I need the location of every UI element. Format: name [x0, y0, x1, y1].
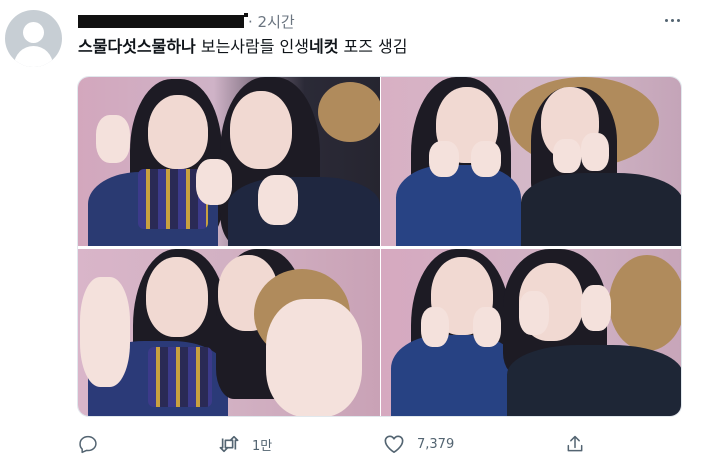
tweet-text-bold-title: 스물다섯스물하나 [78, 37, 196, 56]
tweet-header: · 2시간 [78, 11, 638, 31]
reply-button[interactable] [78, 430, 110, 458]
hand-on-face [421, 307, 449, 347]
more-button[interactable] [660, 13, 684, 27]
hand-on-face [581, 285, 611, 331]
photo-4[interactable] [381, 249, 681, 416]
photo-3[interactable] [78, 249, 380, 416]
person-scarf [148, 347, 212, 407]
tweet-text-part: 보는사람들 인생 [195, 37, 309, 56]
avatar-head [23, 22, 44, 43]
hand-on-face [581, 133, 609, 171]
share-button[interactable] [565, 430, 585, 458]
hand-on-face [519, 291, 549, 335]
hand-on-face [471, 141, 501, 177]
open-hand [266, 299, 362, 416]
peace-sign-hand [196, 159, 232, 205]
share-icon [567, 435, 583, 452]
avatar-shoulders [14, 46, 53, 67]
retweet-count: 1만 [252, 438, 273, 454]
person-coat [228, 177, 380, 246]
person-face [148, 95, 208, 169]
coat-fur-hood [609, 255, 681, 351]
person-face [230, 91, 292, 169]
reply-icon [79, 435, 97, 454]
peace-sign-hand [96, 115, 130, 163]
hand-on-face [553, 139, 581, 173]
hand-on-face [473, 307, 501, 347]
hand-on-face [429, 141, 459, 177]
person-coat [396, 165, 521, 246]
like-count: 7,379 [417, 436, 455, 452]
redacted-username[interactable] [78, 13, 248, 28]
photo-1[interactable] [78, 77, 380, 246]
person-face [146, 257, 208, 337]
retweet-button[interactable]: 1만 [218, 430, 272, 458]
person-coat [521, 173, 681, 246]
person-coat [391, 335, 519, 416]
tweet-text-bold: 네컷 [308, 37, 339, 56]
coat-fur-hood [318, 82, 380, 142]
tweet-text-part: 포즈 생김 [338, 37, 408, 56]
peace-sign-hand [80, 277, 130, 387]
photo-2[interactable] [381, 77, 681, 246]
retweet-icon [219, 435, 239, 453]
avatar[interactable] [5, 10, 62, 67]
action-bar: 1만 7,379 [78, 430, 678, 458]
more-icon-dot [670, 18, 674, 22]
media-grid [77, 76, 682, 417]
person-coat [507, 345, 681, 416]
peace-sign-hand [258, 175, 298, 225]
tweet: · 2시간 스물다섯스물하나 보는사람들 인생네컷 포즈 생김 1만 7,379 [0, 0, 707, 463]
timestamp[interactable]: · 2시간 [248, 11, 295, 32]
tweet-text: 스물다섯스물하나 보는사람들 인생네컷 포즈 생김 [78, 37, 408, 57]
more-icon-dot [676, 18, 680, 22]
more-icon [664, 18, 668, 22]
like-button[interactable]: 7,379 [383, 430, 454, 458]
like-icon [384, 435, 404, 453]
